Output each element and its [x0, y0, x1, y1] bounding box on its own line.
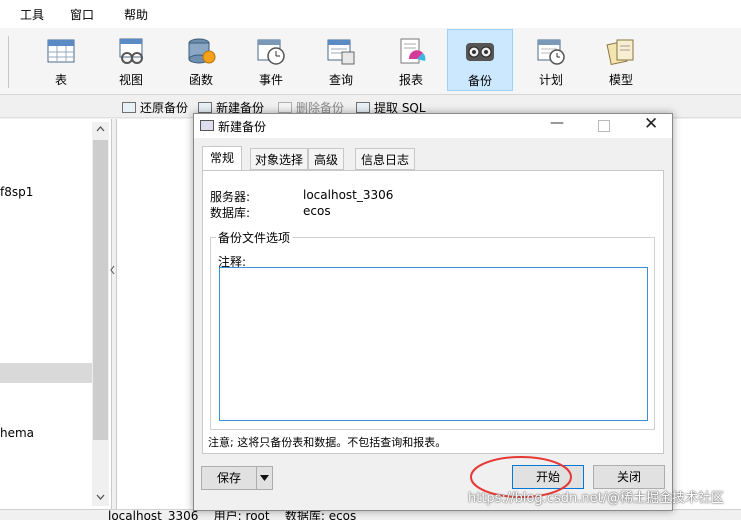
- new-backup-icon: [198, 102, 212, 113]
- toolbar-schedule-button[interactable]: 计划: [518, 29, 584, 91]
- watermark: https://blog.csdn.net/@稀土掘金技术社区: [468, 491, 725, 506]
- menu-tools[interactable]: 工具: [20, 6, 44, 23]
- event-icon: [255, 37, 287, 65]
- toolbar-separator: [8, 36, 9, 88]
- toolbar-function-button[interactable]: 函数: [168, 29, 234, 91]
- toolbar-model-label: 模型: [608, 73, 633, 87]
- toolbar-report-label: 报表: [398, 73, 423, 87]
- tab-info-log[interactable]: 信息日志: [355, 148, 415, 170]
- tree-scrollbar-thumb[interactable]: [93, 140, 108, 440]
- toolbar-model-button[interactable]: 模型: [588, 29, 654, 91]
- tab-object-selection[interactable]: 对象选择: [250, 148, 308, 170]
- toolbar-view-button[interactable]: 视图: [98, 29, 164, 91]
- backup-note: 注意; 这将只备份表和数据。不包括查询和报表。: [208, 436, 447, 449]
- table-icon: [45, 37, 77, 65]
- new-backup-dialog: 新建备份 — ✕ 常规 对象选择 高级 信息日志 服务器: localhost_…: [193, 113, 673, 511]
- menu-help[interactable]: 帮助: [124, 6, 148, 23]
- server-label: 服务器:: [210, 190, 251, 204]
- toolbar-schedule-label: 计划: [538, 73, 563, 87]
- tree-selected-row[interactable]: [0, 363, 92, 383]
- toolbar-backup-label: 备份: [467, 74, 492, 88]
- save-button[interactable]: 保存: [201, 466, 256, 490]
- scroll-down-arrow-icon[interactable]: [92, 490, 109, 504]
- close-button[interactable]: 关闭: [593, 465, 665, 489]
- menu-window[interactable]: 窗口: [70, 6, 94, 23]
- toolbar-backup-button[interactable]: 备份: [447, 29, 513, 91]
- comment-textarea[interactable]: [219, 267, 648, 421]
- dialog-titlebar: 新建备份 — ✕: [194, 114, 672, 138]
- save-dropdown-button[interactable]: [256, 466, 273, 490]
- report-icon: [395, 37, 427, 65]
- function-icon: [185, 37, 217, 65]
- query-icon: [325, 37, 357, 65]
- dialog-app-icon: [200, 120, 214, 131]
- scroll-up-arrow-icon[interactable]: [92, 122, 109, 136]
- minimize-button[interactable]: —: [550, 115, 564, 131]
- server-value: localhost_3306: [303, 188, 394, 202]
- extract-sql-icon: [356, 102, 370, 113]
- toolbar-table-label: 表: [54, 73, 67, 87]
- tree-item-hema[interactable]: hema: [0, 426, 34, 440]
- menu-bar: 工具 窗口 帮助: [0, 0, 741, 29]
- backup-file-options-title: 备份文件选项: [216, 229, 293, 246]
- toolbar-query-button[interactable]: 查询: [308, 29, 374, 91]
- toolbar-view-label: 视图: [118, 73, 143, 87]
- schedule-icon: [535, 37, 567, 65]
- close-window-button[interactable]: ✕: [644, 114, 658, 134]
- model-icon: [605, 37, 637, 66]
- toolbar-query-label: 查询: [328, 73, 353, 87]
- toolbar-function-label: 函数: [188, 73, 213, 87]
- chevron-down-icon: [260, 475, 269, 481]
- toolbar-event-button[interactable]: 事件: [238, 29, 304, 91]
- restore-backup-button[interactable]: 还原备份: [122, 99, 188, 116]
- toolbar-event-label: 事件: [258, 73, 283, 87]
- tab-advanced[interactable]: 高级: [308, 148, 344, 170]
- view-icon: [115, 37, 147, 65]
- toolbar-table-button[interactable]: 表: [28, 29, 94, 91]
- maximize-button: [598, 120, 610, 132]
- tab-general[interactable]: 常规: [202, 146, 242, 171]
- tree-item-f8sp1[interactable]: f8sp1: [0, 185, 33, 199]
- restore-backup-icon: [122, 102, 136, 113]
- database-label: 数据库:: [210, 206, 251, 220]
- delete-backup-icon: [278, 102, 292, 113]
- toolbar-report-button[interactable]: 报表: [378, 29, 444, 91]
- backup-icon: [464, 38, 496, 66]
- database-value: ecos: [303, 204, 331, 218]
- dialog-title: 新建备份: [218, 120, 267, 134]
- main-toolbar: 表 视图 函数 事件 查询 报表 备份 计划 模型: [0, 28, 741, 95]
- restore-backup-label: 还原备份: [140, 101, 189, 115]
